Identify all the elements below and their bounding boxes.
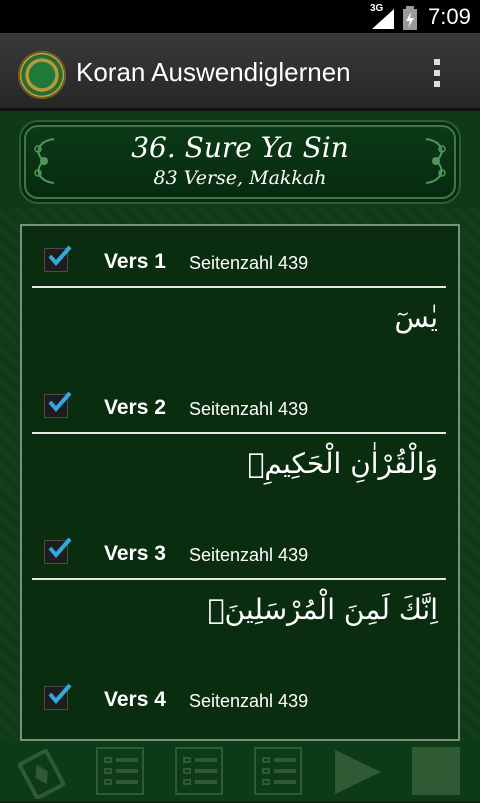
action-bar: Koran Auswendiglernen [0, 33, 480, 111]
surah-list-button[interactable] [254, 747, 306, 797]
list-icon [254, 747, 302, 795]
checkmark-icon [48, 683, 72, 705]
page-number: Seitenzahl 439 [189, 691, 309, 711]
verse-number: Vers 1 [104, 250, 166, 273]
clock: 7:09 [428, 4, 471, 29]
divider [32, 286, 446, 288]
verse-checkbox[interactable] [44, 245, 72, 272]
arabic-verse: يٰسٓ [394, 301, 439, 334]
verse-checkbox[interactable] [44, 391, 72, 418]
list-icon [175, 747, 223, 795]
app-title: Koran Auswendiglernen [76, 57, 351, 87]
divider [32, 432, 446, 434]
list-item[interactable]: Vers 1 Seitenzahl 439 يٰسٓ [22, 226, 458, 334]
list-item[interactable]: Vers 4 Seitenzahl 439 [22, 664, 458, 724]
checkmark-icon [48, 245, 72, 267]
book-icon [17, 748, 66, 800]
battery-charging-icon [403, 6, 417, 30]
verse-number: Vers 3 [104, 542, 166, 565]
verse-number: Vers 4 [104, 688, 166, 711]
page-number: Seitenzahl 439 [189, 399, 309, 419]
verse-checkbox[interactable] [44, 537, 72, 564]
page-list-button[interactable] [175, 747, 227, 797]
list-item[interactable]: Vers 2 Seitenzahl 439 وَالْقُرْاٰنِ الْح… [22, 372, 458, 480]
signal-icon [372, 9, 394, 29]
surah-subtitle: 83 Verse, Makkah [153, 167, 327, 189]
surah-header: 36. Sure Ya Sin 83 Verse, Makkah [0, 111, 480, 208]
verse-list[interactable]: Vers 1 Seitenzahl 439 يٰسٓ Vers 2 Seiten… [20, 224, 460, 741]
checkmark-icon [48, 537, 72, 559]
verse-number: Vers 2 [104, 396, 166, 419]
page-number: Seitenzahl 439 [189, 545, 309, 565]
stop-icon [412, 747, 460, 795]
book-button[interactable] [14, 747, 66, 800]
surah-title: 36. Sure Ya Sin [131, 131, 349, 164]
overflow-menu-icon[interactable] [430, 59, 444, 93]
play-button[interactable] [333, 747, 385, 797]
surah-plaque: 36. Sure Ya Sin 83 Verse, Makkah [24, 125, 456, 199]
bottom-toolbar [0, 741, 480, 801]
stop-button[interactable] [412, 747, 464, 797]
divider [32, 578, 446, 580]
arabic-verse: اِنَّكَ لَمِنَ الْمُرْسَلِينَۙ [207, 593, 438, 626]
page-number: Seitenzahl 439 [189, 253, 309, 273]
verse-list-button[interactable] [96, 747, 148, 797]
verse-checkbox[interactable] [44, 683, 72, 710]
list-item[interactable]: Vers 3 Seitenzahl 439 اِنَّكَ لَمِنَ الْ… [22, 518, 458, 626]
checkmark-icon [48, 391, 72, 413]
quran-logo-icon[interactable] [18, 51, 66, 99]
status-bar: 3G 7:09 [0, 0, 480, 33]
arabic-verse: وَالْقُرْاٰنِ الْحَكِيمِۙ [247, 447, 438, 480]
play-icon [335, 750, 381, 794]
list-icon [96, 747, 144, 795]
